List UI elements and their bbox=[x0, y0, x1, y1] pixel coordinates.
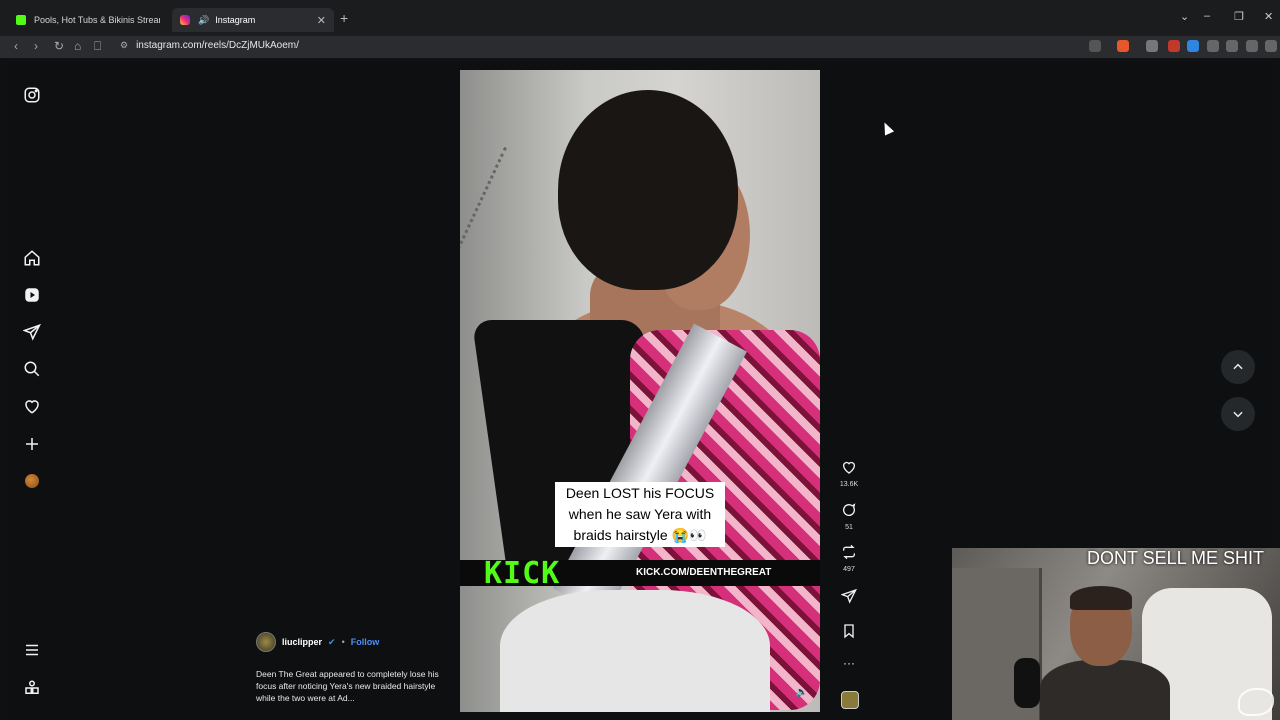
braided-hair bbox=[558, 90, 738, 290]
address-toolbar: ‹ › ↻ ⌂ ⎕ ⚙ instagram.com/reels/DcZjMUkA… bbox=[0, 36, 1280, 58]
kick-logo: KICK bbox=[484, 556, 561, 591]
webcam-overlay-text: DONT SELL ME SHIT bbox=[1087, 548, 1265, 568]
profile-avatar[interactable] bbox=[23, 472, 41, 490]
close-tab-icon[interactable]: ✕ bbox=[317, 14, 326, 27]
messages-icon[interactable] bbox=[23, 323, 41, 341]
restore-button[interactable]: ❐ bbox=[1234, 10, 1244, 23]
close-window-button[interactable]: ✕ bbox=[1264, 10, 1273, 23]
repost-icon bbox=[843, 544, 855, 560]
share-icon bbox=[840, 588, 857, 604]
notifications-heart-icon[interactable] bbox=[23, 397, 41, 415]
reel-video[interactable]: Deen LOST his FOCUS when he saw Yera wit… bbox=[460, 70, 820, 712]
repost-count: 497 bbox=[843, 566, 855, 573]
forward-button[interactable]: › bbox=[34, 39, 38, 53]
save-button[interactable] bbox=[839, 623, 859, 644]
follow-button[interactable]: Follow bbox=[351, 637, 380, 647]
streamer-logo-icon bbox=[1238, 688, 1274, 716]
verified-badge-icon: ✔ bbox=[328, 636, 336, 647]
post-header: liuclipper ✔ • Follow bbox=[256, 632, 446, 652]
extension-icon[interactable] bbox=[1168, 40, 1180, 52]
repost-button[interactable]: 497 bbox=[839, 544, 859, 573]
comment-icon bbox=[843, 503, 856, 516]
url-field[interactable]: ⚙ instagram.com/reels/DcZjMUkAoem/ bbox=[120, 40, 299, 51]
avatar bbox=[25, 474, 39, 488]
new-tab-button[interactable]: + bbox=[340, 10, 348, 26]
kick-favicon-icon bbox=[16, 15, 26, 25]
like-count: 13.6K bbox=[839, 481, 859, 488]
extension-icon[interactable] bbox=[1146, 40, 1158, 52]
chevron-up-icon bbox=[1233, 363, 1243, 370]
video-caption-overlay: Deen LOST his FOCUS when he saw Yera wit… bbox=[555, 482, 725, 547]
instagram-favicon-icon bbox=[180, 15, 190, 25]
author-avatar[interactable] bbox=[256, 632, 276, 652]
brave-shields-icon[interactable] bbox=[1117, 40, 1129, 52]
menu-icon[interactable] bbox=[1265, 40, 1277, 52]
url-text: instagram.com/reels/DcZjMUkAoem/ bbox=[136, 40, 299, 51]
chevron-down-icon bbox=[1233, 411, 1243, 418]
previous-reel-button[interactable] bbox=[1221, 350, 1255, 384]
tab-kick-stream[interactable]: Pools, Hot Tubs & Bikinis Streaming bbox=[8, 8, 168, 32]
post-description[interactable]: Deen The Great appeared to completely lo… bbox=[256, 668, 446, 704]
comment-button[interactable]: 51 bbox=[839, 502, 859, 531]
also-from-meta-icon[interactable] bbox=[23, 679, 41, 697]
audio-playing-icon[interactable]: 🔊 bbox=[198, 15, 209, 26]
media-icon[interactable] bbox=[1226, 40, 1238, 52]
tab-title: Pools, Hot Tubs & Bikinis Streaming bbox=[34, 15, 160, 25]
site-info-icon[interactable]: ⚙ bbox=[120, 40, 128, 51]
browser-tab-bar: Pools, Hot Tubs & Bikinis Streaming 🔊 In… bbox=[0, 0, 1280, 36]
tab-instagram[interactable]: 🔊 Instagram ✕ bbox=[172, 8, 334, 32]
heart-icon bbox=[843, 461, 855, 474]
reader-mode-icon[interactable] bbox=[1089, 40, 1101, 52]
back-button[interactable]: ‹ bbox=[14, 39, 18, 53]
avatar bbox=[841, 691, 859, 709]
create-plus-icon[interactable] bbox=[23, 435, 41, 453]
share-button[interactable] bbox=[839, 588, 859, 609]
search-icon[interactable] bbox=[23, 360, 41, 378]
microphone bbox=[1014, 658, 1040, 708]
audio-track-avatar[interactable] bbox=[840, 691, 860, 714]
tab-title: Instagram bbox=[215, 15, 256, 25]
bookmark-button[interactable]: ⎕ bbox=[94, 39, 101, 54]
bookmark-icon bbox=[844, 624, 854, 639]
kick-banner: KICK KICK.COM/DEENTHEGREAT bbox=[460, 556, 820, 591]
wallet-icon[interactable] bbox=[1246, 40, 1258, 52]
tab-list-chevron-icon[interactable]: ⌄ bbox=[1180, 10, 1189, 23]
webcam-overlay bbox=[952, 548, 1280, 720]
home-button[interactable]: ⌂ bbox=[74, 39, 81, 53]
reels-icon[interactable] bbox=[23, 286, 41, 304]
author-username[interactable]: liuclipper bbox=[282, 637, 322, 647]
more-options-icon[interactable]: ··· bbox=[839, 656, 859, 670]
audio-toggle-icon[interactable]: 🔈 bbox=[796, 687, 808, 698]
kick-url: KICK.COM/DEENTHEGREAT bbox=[636, 567, 772, 578]
extension-icon[interactable] bbox=[1187, 40, 1199, 52]
extensions-puzzle-icon[interactable] bbox=[1207, 40, 1219, 52]
screen: Pools, Hot Tubs & Bikinis Streaming 🔊 In… bbox=[0, 0, 1280, 720]
post-info: liuclipper ✔ • Follow Deen The Great app… bbox=[256, 632, 446, 704]
minimize-button[interactable]: – bbox=[1204, 10, 1210, 22]
instagram-sidebar bbox=[8, 62, 56, 720]
reload-button[interactable]: ↻ bbox=[54, 39, 64, 53]
instagram-logo-icon[interactable] bbox=[23, 86, 41, 104]
comment-count: 51 bbox=[845, 524, 853, 531]
next-reel-button[interactable] bbox=[1221, 397, 1255, 431]
separator-dot: • bbox=[341, 637, 345, 647]
home-icon[interactable] bbox=[23, 249, 41, 267]
more-menu-icon[interactable] bbox=[23, 641, 41, 659]
like-button[interactable]: 13.6K bbox=[839, 459, 859, 488]
